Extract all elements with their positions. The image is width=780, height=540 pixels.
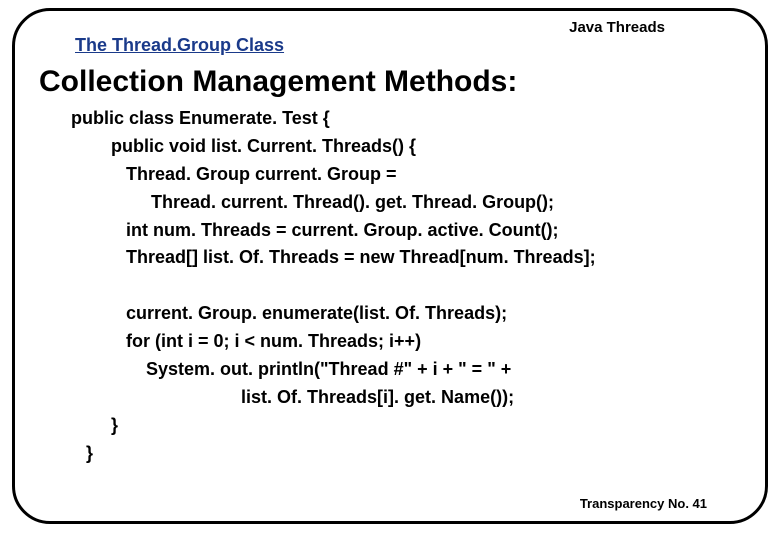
header-topic: Java Threads xyxy=(569,19,665,36)
code-line: System. out. println("Thread #" + i + " … xyxy=(71,359,511,379)
code-line: current. Group. enumerate(list. Of. Thre… xyxy=(71,303,507,323)
transparency-number: Transparency No. 41 xyxy=(580,496,707,511)
code-line: public class Enumerate. Test { xyxy=(71,108,330,128)
slide-subtitle: The Thread.Group Class xyxy=(75,35,284,56)
code-line: int num. Threads = current. Group. activ… xyxy=(71,220,559,240)
code-line: } xyxy=(71,443,93,463)
code-line: } xyxy=(71,415,118,435)
code-line: Thread. Group current. Group = xyxy=(71,164,397,184)
main-heading: Collection Management Methods: xyxy=(39,65,517,99)
code-line: Thread[] list. Of. Threads = new Thread[… xyxy=(71,247,596,267)
slide-frame: Java Threads The Thread.Group Class Coll… xyxy=(12,8,768,524)
code-line: Thread. current. Thread(). get. Thread. … xyxy=(71,192,554,212)
code-block: public class Enumerate. Test { public vo… xyxy=(71,105,745,468)
code-line: public void list. Current. Threads() { xyxy=(71,136,416,156)
code-line: list. Of. Threads[i]. get. Name()); xyxy=(71,387,514,407)
code-line: for (int i = 0; i < num. Threads; i++) xyxy=(71,331,421,351)
